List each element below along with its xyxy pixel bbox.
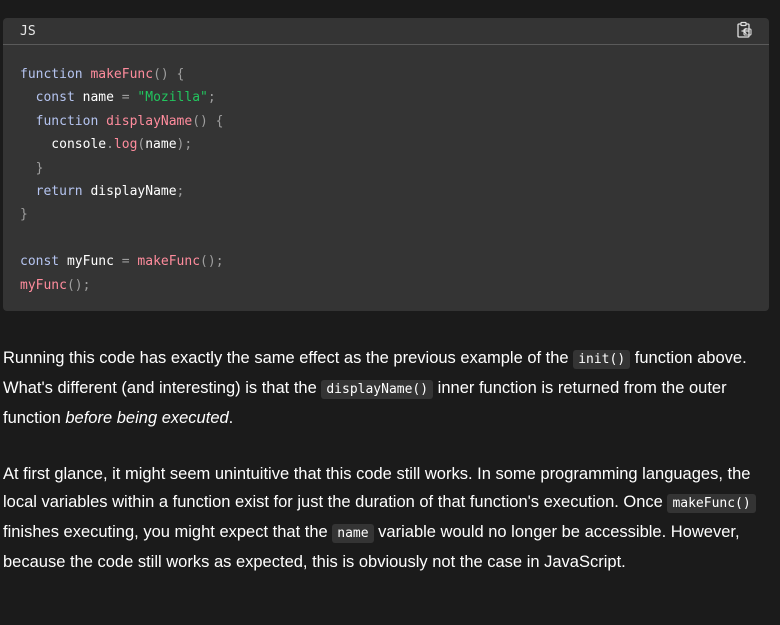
code-token: ); [176, 137, 193, 153]
code-token: name [74, 90, 122, 106]
code-line: } [20, 157, 224, 180]
code-token: const [35, 90, 75, 106]
clipboard-copy-icon [737, 21, 752, 38]
code-language-label: JS [20, 24, 36, 39]
code-token: () { [192, 113, 224, 129]
inline-code-displayname: displayName() [321, 380, 434, 399]
code-token: log [113, 137, 138, 153]
code-token: () { [153, 67, 185, 82]
code-line: return displayName; [20, 180, 224, 203]
code-block-header: JS [3, 18, 769, 45]
code-line: console.log(name); [20, 133, 224, 156]
code-token: displayName [106, 113, 193, 129]
emphasis-text: before being executed [65, 409, 229, 427]
code-token: "Mozilla" [137, 90, 208, 106]
code-line: } [20, 203, 224, 226]
code-token: ; [207, 90, 216, 106]
code-token: makeFunc [137, 254, 201, 270]
inline-code-makefunc: makeFunc() [667, 494, 756, 513]
code-token: return [35, 183, 83, 199]
code-line: function makeFunc() { [20, 63, 224, 86]
code-token: } [35, 160, 44, 176]
code-token: const [20, 254, 60, 270]
code-token: console [20, 137, 107, 153]
code-token: } [20, 207, 28, 223]
code-token: myFunc [59, 254, 122, 270]
code-token: makeFunc [90, 67, 154, 82]
code-line: function displayName() { [20, 110, 224, 133]
code-token: function [35, 113, 99, 129]
code-token: (); [66, 277, 91, 293]
copy-code-button[interactable] [735, 21, 753, 39]
code-content: function makeFunc() { const name = "Mozi… [20, 63, 224, 297]
code-token: (); [200, 254, 224, 270]
code-token: function [20, 67, 83, 82]
paragraph-closure-explanation: Running this code has exactly the same e… [3, 349, 747, 427]
paragraph-closure-behavior: At first glance, it might seem unintuiti… [3, 460, 775, 576]
code-token: . [106, 137, 114, 153]
code-line: const myFunc = makeFunc(); [20, 250, 224, 273]
inline-code-name: name [332, 524, 374, 543]
code-token: = [121, 90, 130, 106]
code-example-block: JS function makeFunc() { const name = "M… [3, 18, 769, 311]
code-token: name [145, 137, 177, 153]
code-token: displayName [82, 183, 177, 199]
code-line: const name = "Mozilla"; [20, 86, 224, 109]
code-line: myFunc(); [20, 274, 224, 297]
inline-code-init: init() [573, 350, 631, 369]
code-token: = [121, 254, 130, 270]
code-token: ; [176, 183, 185, 199]
code-token: myFunc [20, 277, 67, 293]
